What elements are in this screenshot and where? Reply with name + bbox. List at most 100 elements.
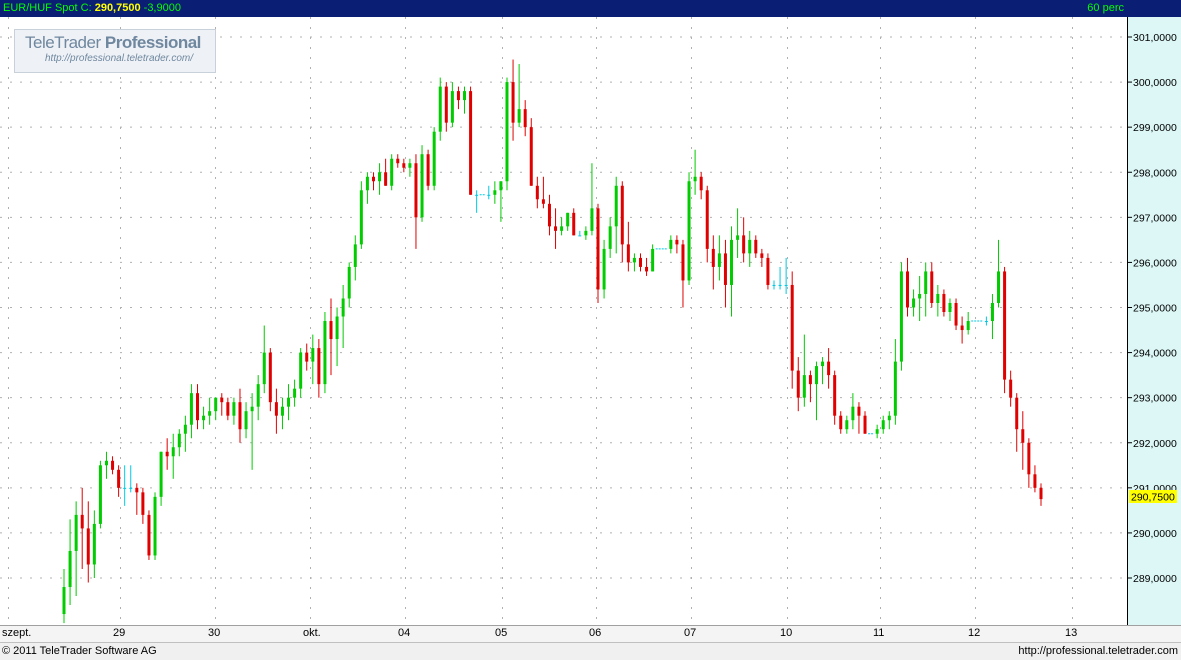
candle-body [408,163,412,168]
candle-body [905,271,909,308]
candle [839,411,843,434]
candle-body [742,235,746,254]
candle-body [487,194,491,196]
candle-body [189,393,193,425]
candle [390,154,394,191]
candle-body [736,235,740,240]
candle-body [268,352,272,403]
candle-body [323,321,327,385]
candle-body [936,293,940,303]
candle [547,194,551,236]
candle [299,348,303,398]
x-tick-label: 30 [208,627,221,639]
candle-body [444,86,448,123]
candle-body [378,172,382,182]
candle [92,510,96,578]
candle-body [171,447,175,457]
candle-body [796,370,800,398]
candle-body [141,492,145,515]
footer-url: http://professional.teletrader.com [1018,645,1178,657]
candle [335,307,339,367]
candle [554,208,558,249]
candle-body [814,366,818,385]
candle-body [960,325,964,331]
candle-body [723,253,727,285]
candle [232,397,236,425]
candle-body [511,82,515,123]
candle [414,154,418,249]
candle [487,185,491,200]
candle-body [778,284,782,286]
y-tick-label: 290,0000 [1133,528,1177,540]
candle [912,289,916,317]
x-tick-label: 12 [968,627,981,639]
candle [560,217,564,236]
candle-body [1003,271,1007,380]
candle [523,100,527,137]
candle [717,235,721,281]
candle [881,415,885,434]
candle [942,289,946,317]
candle-body [918,293,922,299]
y-tick-label: 294,0000 [1133,348,1177,360]
candle-body [954,302,958,326]
candle-body [311,348,315,362]
candle-body [74,514,78,551]
candle-body [220,397,224,403]
candle-body [966,321,970,331]
logo-product: Professional [104,33,202,52]
y-tick-label: 293,0000 [1133,393,1177,405]
candle-body [153,496,157,556]
candle-body [390,158,394,186]
footer-bar: © 2011 TeleTrader Software AG http://pro… [0,642,1181,660]
x-tick-label: 13 [1065,627,1078,639]
candle [1003,266,1007,394]
candle-body [226,402,230,416]
candle [493,181,497,204]
candle [214,397,218,421]
candle [742,217,746,263]
candle [311,334,315,385]
candle [699,172,703,200]
y-tick-label: 292,0000 [1133,438,1177,450]
candle-body [68,550,72,588]
candle-body [790,284,794,371]
candle [966,312,970,335]
y-tick-label: 299,0000 [1133,122,1177,134]
period-label: 60 perc [1087,2,1124,14]
candle-body [111,460,115,470]
candle-body [1009,379,1013,398]
candle-body [426,154,430,186]
candle-body [717,253,721,267]
candle-body [984,321,988,323]
candle [984,316,988,326]
candle-body [244,411,248,430]
candle-body [554,226,558,231]
x-tick-label: 29 [113,627,126,639]
candle [851,393,855,430]
price-chart[interactable]: 301,0000 300,0000 299,0000 298,0000 297,0000… [0,17,1181,625]
candle-body [147,514,151,556]
candle-body [705,190,709,249]
candle [147,510,151,560]
title-bar: EUR/HUF Spot C: 290,7500 -3,9000 60 perc [0,0,1181,17]
instrument-title: EUR/HUF Spot C: 290,7500 -3,9000 [3,0,181,17]
candle-body [687,181,691,281]
candle [98,460,102,529]
candle-body [238,402,242,430]
candle [202,406,206,430]
candle-body [626,244,630,263]
candle-body [857,406,861,416]
candle [329,298,333,376]
candle [711,235,715,290]
candle-body [887,415,891,421]
candle [1027,438,1031,488]
candle-body [432,131,436,186]
x-tick-label: 05 [495,627,508,639]
candle [608,217,612,258]
candle-body [183,424,187,434]
candle [517,64,521,128]
logo-url: http://professional.teletrader.com/ [45,53,194,64]
candle-body [669,239,673,249]
candle-body [748,239,752,254]
